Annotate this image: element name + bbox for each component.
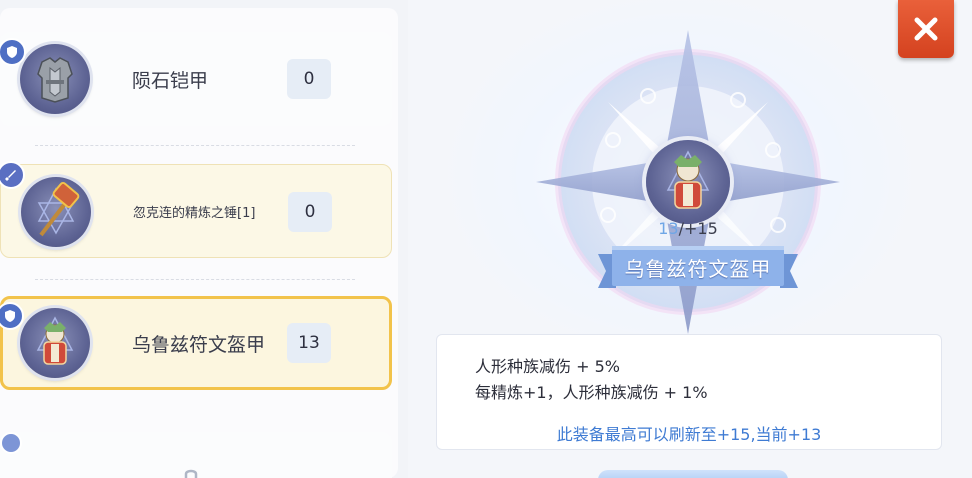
divider	[35, 145, 355, 146]
rune-armor-avatar	[20, 308, 90, 378]
equipment-name: 乌鲁兹符文盔甲	[132, 333, 266, 356]
effect-line: 每精炼+1，人形种族减伤 + 1%	[475, 383, 708, 402]
equipment-list-panel: 陨石铠甲 0 忽克连的精炼之锤[1] 0 乌鲁兹符文盔甲 13	[0, 0, 408, 478]
shield-icon	[0, 432, 22, 454]
equipment-count: 0	[288, 192, 332, 232]
divider	[35, 279, 355, 280]
shield-icon	[0, 38, 26, 66]
action-button[interactable]	[598, 470, 788, 478]
refine-level: 13/+15	[638, 219, 738, 238]
hammer-icon	[37, 182, 80, 237]
equipment-count: 13	[287, 323, 331, 363]
equipment-item-uruz-rune-armor[interactable]: 乌鲁兹符文盔甲 13	[0, 296, 392, 390]
equipment-name: 忽克连的精炼之锤[1]	[133, 205, 256, 221]
equipment-item-refine-hammer[interactable]: 忽克连的精炼之锤[1] 0	[0, 161, 392, 258]
armor-icon	[37, 57, 73, 103]
shield-icon	[0, 302, 24, 330]
level-max: /+15	[678, 219, 718, 238]
armor-avatar	[20, 44, 90, 114]
equipment-title: 乌鲁兹符文盔甲	[624, 256, 772, 281]
effect-info-box: 人形种族减伤 + 5% 每精炼+1，人形种族减伤 + 1% 此装备最高可以刷新至…	[436, 334, 942, 450]
equipment-count: 0	[287, 59, 331, 99]
equipment-list: 陨石铠甲 0 忽克连的精炼之锤[1] 0 乌鲁兹符文盔甲 13	[0, 8, 398, 478]
lock-icon	[184, 469, 198, 478]
close-button[interactable]	[898, 0, 954, 58]
rune-armor-icon	[666, 150, 710, 209]
equipment-detail-panel: 13/+15 乌鲁兹符文盔甲 人形种族减伤 + 5% 每精炼+1，人形种族减伤 …	[408, 0, 972, 478]
selected-equipment-avatar	[646, 140, 730, 224]
equipment-item-meteorite-armor[interactable]: 陨石铠甲 0	[0, 32, 392, 126]
refresh-note: 此装备最高可以刷新至+15,当前+13	[556, 425, 822, 444]
effect-line: 人形种族减伤 + 5%	[475, 357, 620, 376]
sword-icon	[0, 161, 25, 189]
equipment-name: 陨石铠甲	[132, 69, 209, 92]
rune-armor-icon	[36, 316, 74, 365]
hammer-avatar	[21, 177, 91, 247]
level-current: 13	[658, 219, 679, 238]
close-icon	[914, 17, 938, 41]
